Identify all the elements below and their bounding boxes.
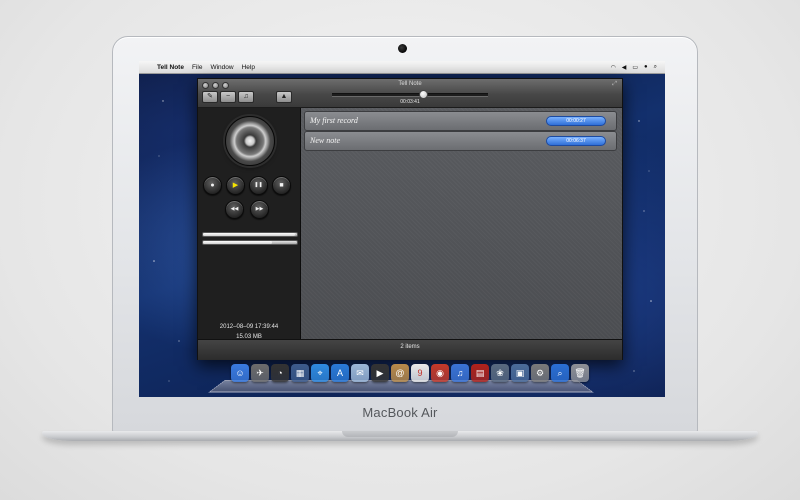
note-duration: 00:00:27	[546, 116, 606, 126]
note-name: My first record	[310, 116, 358, 125]
laptop-notch	[342, 431, 458, 437]
battery-icon[interactable]: ▭	[632, 64, 638, 71]
contacts-icon[interactable]: @	[391, 364, 409, 382]
dock: ☺ ✈ ◔ ▦ ⌖ A ✉ ▶ @9 ◉ ♫ ▤ ❀ ▣ ⚙ ⌕ 🗑	[231, 364, 589, 386]
camera-icon	[398, 44, 407, 53]
volume-slider[interactable]	[202, 232, 298, 237]
menu-bar: Tell Note File Window Help ◠ ◀ ▭ ● ⌕	[139, 61, 665, 74]
preview-icon[interactable]: ▣	[511, 364, 529, 382]
playback-time: 00:03:41	[400, 99, 420, 105]
screen: Tell Note File Window Help ◠ ◀ ▭ ● ⌕ Tel…	[139, 61, 665, 397]
trash-icon[interactable]: 🗑	[571, 364, 589, 382]
note-name: New note	[310, 136, 340, 145]
rewind-button[interactable]: ◀◀	[225, 200, 244, 219]
itunes-icon[interactable]: ♫	[451, 364, 469, 382]
status-bar: 2 items	[198, 339, 622, 360]
window-titlebar[interactable]: Tell Note ⤢ ✎ − ♫ ▲ 00:03:41	[198, 79, 622, 108]
stop-button[interactable]: ■	[272, 176, 291, 195]
dashboard-icon[interactable]: ◔	[271, 364, 289, 382]
volume-icon[interactable]: ◀	[622, 64, 627, 71]
playback-progress-knob[interactable]	[418, 90, 428, 99]
note-duration: 00:06:37	[546, 136, 606, 146]
tell-note-icon[interactable]: ▤	[471, 364, 489, 382]
menu-help[interactable]: Help	[242, 64, 255, 71]
playback-progress-track[interactable]	[332, 93, 488, 97]
position-slider[interactable]	[202, 240, 298, 245]
wifi-icon[interactable]: ◠	[610, 64, 615, 71]
window-title: Tell Note	[398, 81, 422, 87]
mission-control-icon[interactable]: ▦	[291, 364, 309, 382]
launchpad-icon[interactable]: ✈	[251, 364, 269, 382]
list-item[interactable]: My first record 00:00:27	[304, 111, 617, 131]
menu-file[interactable]: File	[192, 64, 202, 71]
fast-forward-button[interactable]: ▶▶	[250, 200, 269, 219]
tell-note-window: Tell Note ⤢ ✎ − ♫ ▲ 00:03:41 ● ▶ ❚❚ ■ ◀◀…	[197, 78, 623, 360]
user-icon[interactable]: ●	[644, 64, 648, 70]
pause-button[interactable]: ❚❚	[249, 176, 268, 195]
mail-icon[interactable]: ✉	[351, 364, 369, 382]
calendar-icon[interactable]: 9	[411, 364, 429, 382]
finder-icon[interactable]: ☺	[231, 364, 249, 382]
speaker-icon	[225, 116, 275, 166]
app-store-icon[interactable]: A	[331, 364, 349, 382]
facetime-icon[interactable]: ▶	[371, 364, 389, 382]
menu-window[interactable]: Window	[210, 64, 233, 71]
spotlight-menu-icon[interactable]: ⌕	[654, 64, 657, 71]
play-button[interactable]: ▶	[226, 176, 245, 195]
safari-icon[interactable]: ⌖	[311, 364, 329, 382]
menu-app[interactable]: Tell Note	[157, 64, 184, 71]
iphoto-icon[interactable]: ❀	[491, 364, 509, 382]
recording-date: 2012–08–09 17:39:44	[219, 324, 279, 330]
record-button[interactable]: ●	[203, 176, 222, 195]
item-count: 2 items	[400, 344, 420, 350]
photo-booth-icon[interactable]: ◉	[431, 364, 449, 382]
position-slider-fill	[203, 241, 272, 244]
laptop-brand: MacBook Air	[362, 405, 438, 420]
fullscreen-icon[interactable]: ⤢	[612, 81, 617, 88]
notes-list: My first record 00:00:27 New note 00:06:…	[301, 108, 622, 339]
spotlight-icon[interactable]: ⌕	[551, 364, 569, 382]
system-preferences-icon[interactable]: ⚙	[531, 364, 549, 382]
player-panel: ● ▶ ❚❚ ■ ◀◀ ▶▶ 2012–08–09 17:39:44 15.03…	[198, 108, 301, 340]
volume-slider-fill	[203, 233, 296, 236]
list-item[interactable]: New note 00:06:37	[304, 131, 617, 151]
